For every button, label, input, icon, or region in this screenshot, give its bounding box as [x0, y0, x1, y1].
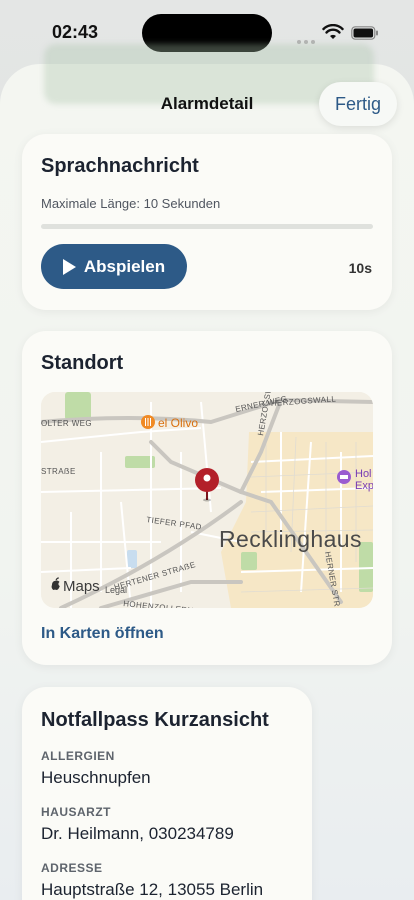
- voice-duration: 10s: [348, 260, 372, 276]
- emergency-pass-card: Notfallpass Kurzansicht ALLERGIEN Heusch…: [22, 687, 312, 900]
- status-time: 02:43: [52, 22, 99, 42]
- voice-max-length: Maximale Länge: 10 Sekunden: [41, 196, 221, 211]
- map-view[interactable]: OLTER WEG ERNER WEG HERZOGSWALL STRAẞE T…: [41, 392, 373, 608]
- play-button[interactable]: Abspielen: [41, 244, 187, 289]
- maps-brand: Maps: [63, 578, 100, 595]
- map-poi-hotel: Exp: [355, 480, 373, 492]
- open-in-maps-link[interactable]: In Karten öffnen: [41, 625, 164, 643]
- voice-message-card: Sprachnachricht Maximale Länge: 10 Sekun…: [22, 134, 392, 310]
- done-button[interactable]: Fertig: [319, 82, 397, 126]
- wifi-icon: [322, 24, 344, 39]
- playback-progress-bar[interactable]: [41, 224, 373, 229]
- pass-card-title: Notfallpass Kurzansicht: [41, 709, 269, 731]
- address-value: Hauptstraße 12, 13055 Berlin: [41, 880, 264, 899]
- doctor-label: HAUSARZT: [41, 805, 111, 819]
- map-graphic: OLTER WEG ERNER WEG HERZOGSWALL STRAẞE T…: [41, 392, 373, 608]
- allergies-label: ALLERGIEN: [41, 749, 115, 763]
- address-label: ADRESSE: [41, 861, 103, 875]
- map-street-label: STRAẞE: [41, 467, 76, 476]
- maps-legal-link: Legal: [105, 585, 127, 595]
- map-poi-restaurant: el Olivo: [158, 416, 198, 430]
- doctor-value: Dr. Heilmann, 030234789: [41, 824, 234, 843]
- voice-card-title: Sprachnachricht: [41, 155, 199, 177]
- location-card: Standort OLTER WEG ERNER WEG HERZOGSWALL…: [22, 331, 392, 665]
- location-card-title: Standort: [41, 352, 124, 374]
- map-city-label: Recklinghaus: [219, 526, 362, 552]
- battery-icon: [351, 26, 378, 40]
- play-button-label: Abspielen: [83, 256, 166, 276]
- map-poi-hotel: Hol: [355, 468, 372, 480]
- map-street-label: OLTER WEG: [41, 419, 92, 428]
- allergies-value: Heuschnupfen: [41, 768, 151, 787]
- play-icon: [62, 258, 76, 275]
